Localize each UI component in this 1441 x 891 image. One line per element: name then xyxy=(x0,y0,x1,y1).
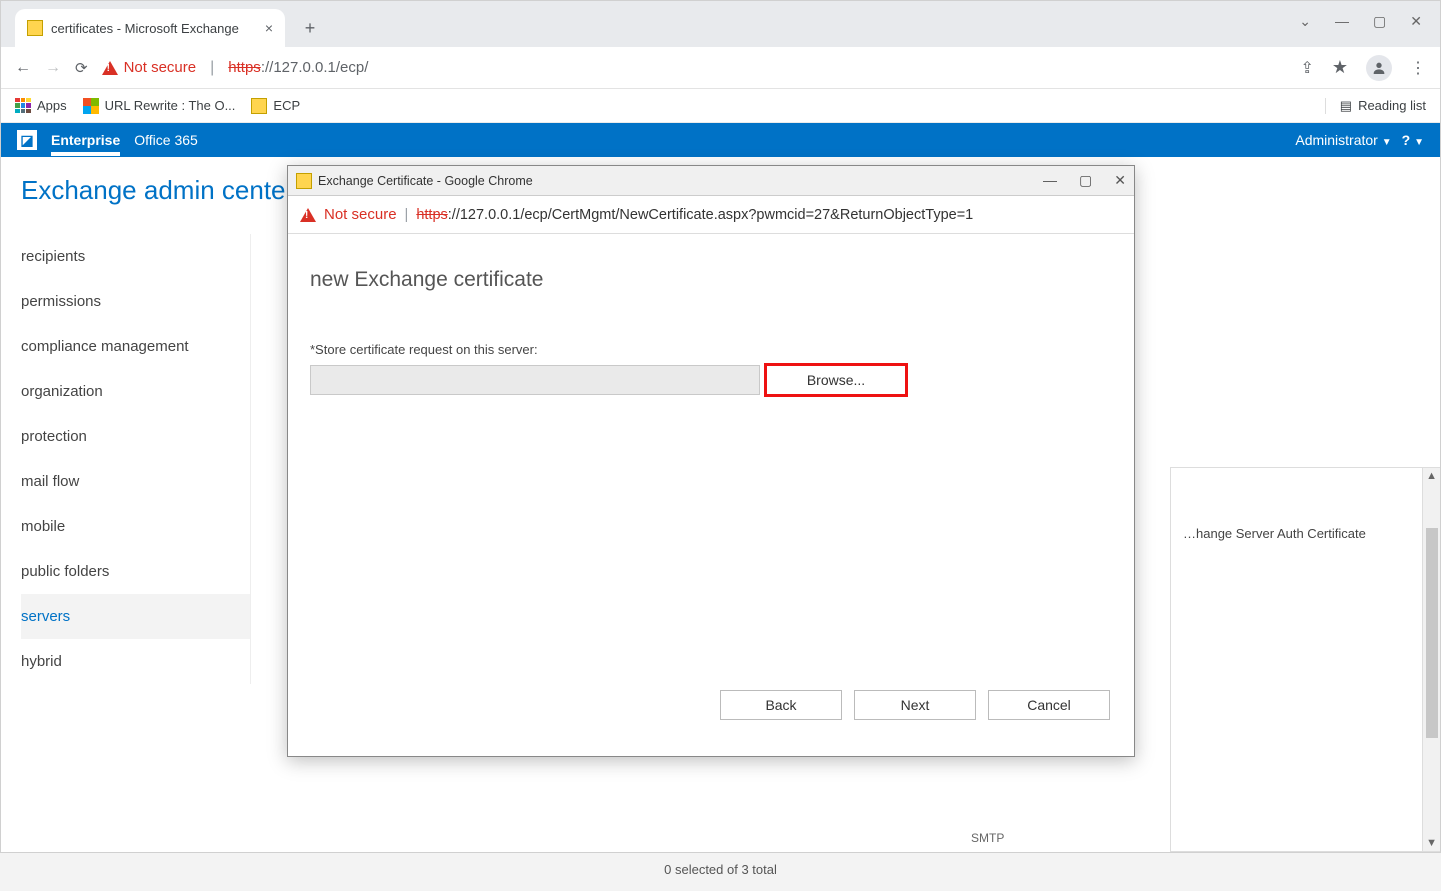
nav-servers[interactable]: servers xyxy=(21,594,251,639)
list-icon: ▤ xyxy=(1340,98,1352,114)
share-icon[interactable]: ⇪ xyxy=(1300,58,1313,78)
o365-header: ◪ Enterprise Office 365 Administrator ▼ … xyxy=(1,123,1440,157)
scrollbar[interactable]: ▲ ▼ xyxy=(1422,468,1440,851)
popup-window: Exchange Certificate - Google Chrome — ▢… xyxy=(287,165,1135,757)
nav-mobile[interactable]: mobile xyxy=(21,504,251,549)
selection-status: 0 selected of 3 total xyxy=(1,852,1440,891)
ms-favicon-icon xyxy=(83,98,99,114)
office-logo-icon[interactable]: ◪ xyxy=(17,130,37,150)
help-menu[interactable]: ? ▼ xyxy=(1402,132,1424,148)
admin-menu[interactable]: Administrator ▼ xyxy=(1295,132,1391,148)
tab-title: certificates - Microsoft Exchange xyxy=(51,21,239,36)
profile-icon[interactable] xyxy=(1366,55,1392,81)
left-column: Exchange admin center recipients permiss… xyxy=(1,157,251,852)
tab-favicon-icon xyxy=(27,20,43,36)
details-panel: ▲ ▼ …hange Server Auth Certificate SMTP xyxy=(1170,467,1440,852)
scroll-thumb[interactable] xyxy=(1426,528,1438,738)
apps-grid-icon xyxy=(15,98,31,114)
scroll-down-icon[interactable]: ▼ xyxy=(1426,837,1437,849)
browse-button[interactable]: Browse... xyxy=(764,363,908,397)
nav-mailflow[interactable]: mail flow xyxy=(21,459,251,504)
cert-name: …hange Server Auth Certificate xyxy=(1183,526,1428,541)
bookmark-url-rewrite[interactable]: URL Rewrite : The O... xyxy=(83,98,236,114)
tab-office365[interactable]: Office 365 xyxy=(134,132,198,148)
maximize-icon[interactable]: ▢ xyxy=(1373,13,1386,30)
security-indicator[interactable]: Not secure xyxy=(102,59,197,76)
warning-icon xyxy=(300,208,316,222)
nav-protection[interactable]: protection xyxy=(21,414,251,459)
window-controls: ⌄ — ▢ ✕ xyxy=(1299,1,1440,41)
minimize-icon[interactable]: — xyxy=(1335,13,1349,29)
not-secure-label: Not secure xyxy=(124,59,197,76)
nav-publicfolders[interactable]: public folders xyxy=(21,549,251,594)
nav-recipients[interactable]: recipients xyxy=(21,234,251,279)
titlebar: certificates - Microsoft Exchange × + ⌄ … xyxy=(1,1,1440,47)
smtp-label: SMTP xyxy=(971,831,1004,845)
next-button[interactable]: Next xyxy=(854,690,976,720)
server-field-input[interactable] xyxy=(310,365,760,395)
tab-close-icon[interactable]: × xyxy=(265,20,273,36)
apps-button[interactable]: Apps xyxy=(15,98,67,114)
forward-icon[interactable]: → xyxy=(45,59,61,77)
warning-icon xyxy=(102,61,118,75)
popup-titlebar: Exchange Certificate - Google Chrome — ▢… xyxy=(288,166,1134,196)
back-icon[interactable]: ← xyxy=(15,59,31,77)
ecp-favicon-icon xyxy=(251,98,267,114)
popup-favicon-icon xyxy=(296,173,312,189)
browser-window: certificates - Microsoft Exchange × + ⌄ … xyxy=(0,0,1441,853)
browser-tab[interactable]: certificates - Microsoft Exchange × xyxy=(15,9,285,47)
bookmark-ecp[interactable]: ECP xyxy=(251,98,300,114)
new-tab-button[interactable]: + xyxy=(295,13,325,43)
app-title: Exchange admin center xyxy=(21,175,251,206)
address-bar: ← → ⟳ Not secure | https://127.0.0.1/ecp… xyxy=(1,47,1440,89)
nav-permissions[interactable]: permissions xyxy=(21,279,251,324)
popup-minimize-icon[interactable]: — xyxy=(1043,172,1057,189)
server-field-label: *Store certificate request on this serve… xyxy=(310,342,1112,357)
nav-compliance[interactable]: compliance management xyxy=(21,324,251,369)
popup-title-text: Exchange Certificate - Google Chrome xyxy=(318,174,533,188)
close-icon[interactable]: ✕ xyxy=(1410,13,1422,30)
kebab-menu-icon[interactable]: ⋮ xyxy=(1410,58,1426,78)
bookmarks-bar: Apps URL Rewrite : The O... ECP ▤ Readin… xyxy=(1,89,1440,123)
reload-icon[interactable]: ⟳ xyxy=(75,59,88,77)
reading-list-button[interactable]: ▤ Reading list xyxy=(1325,98,1426,114)
nav-list: recipients permissions compliance manage… xyxy=(21,234,251,684)
omnibox-url[interactable]: https://127.0.0.1/ecp/ xyxy=(228,59,368,76)
popup-body: new Exchange certificate *Store certific… xyxy=(288,234,1134,756)
popup-close-icon[interactable]: ✕ xyxy=(1114,172,1126,189)
scroll-up-icon[interactable]: ▲ xyxy=(1426,470,1437,482)
nav-hybrid[interactable]: hybrid xyxy=(21,639,251,684)
bookmark-star-icon[interactable]: ★ xyxy=(1332,57,1348,78)
tab-enterprise[interactable]: Enterprise xyxy=(51,132,120,148)
chevron-down-icon[interactable]: ⌄ xyxy=(1299,13,1311,30)
popup-heading: new Exchange certificate xyxy=(310,268,1112,292)
popup-address-bar: Not secure | https://127.0.0.1/ecp/CertM… xyxy=(288,196,1134,234)
not-secure-label: Not secure xyxy=(324,206,397,223)
popup-maximize-icon[interactable]: ▢ xyxy=(1079,172,1092,189)
back-button[interactable]: Back xyxy=(720,690,842,720)
nav-organization[interactable]: organization xyxy=(21,369,251,414)
cancel-button[interactable]: Cancel xyxy=(988,690,1110,720)
popup-url[interactable]: https://127.0.0.1/ecp/CertMgmt/NewCertif… xyxy=(416,207,973,223)
